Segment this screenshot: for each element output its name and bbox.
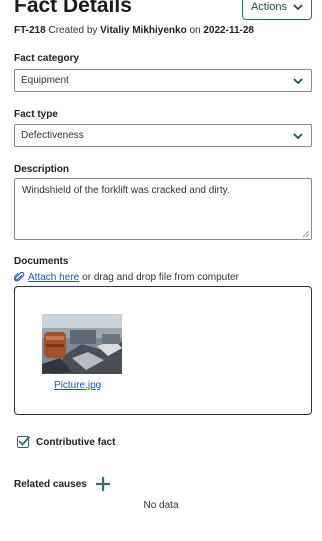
document-thumbnail[interactable] — [42, 314, 122, 374]
actions-button[interactable]: Actions — [242, 0, 312, 20]
chevron-down-icon — [293, 133, 303, 140]
fact-category-select[interactable]: Equipment — [14, 69, 312, 92]
page-title: Fact Details — [14, 0, 132, 17]
fact-meta: FT-218 Created by Vitaliy Mikhiyenko on … — [14, 25, 254, 36]
fact-id: FT-218 — [14, 25, 46, 36]
attach-row: Attach here or drag and drop file from c… — [14, 272, 239, 283]
related-causes-label: Related causes — [14, 478, 87, 490]
fact-type-value: Defectiveness — [21, 130, 84, 141]
resize-handle-icon[interactable] — [303, 231, 309, 237]
paperclip-icon — [14, 272, 25, 282]
fact-type-label: Fact type — [14, 109, 58, 120]
description-label: Description — [14, 164, 70, 175]
image-thumbnail-icon — [42, 314, 122, 374]
page-header: Fact Details Actions — [14, 0, 312, 26]
actions-button-label: Actions — [250, 1, 288, 13]
document-dropzone[interactable]: Picture.jpg — [14, 286, 312, 415]
document-file-link[interactable]: Picture.jpg — [54, 380, 101, 391]
fact-type-select[interactable]: Defectiveness — [14, 124, 312, 147]
on-label: on — [189, 25, 201, 36]
contributive-fact-checkbox[interactable] — [17, 435, 31, 448]
checkmark-icon — [18, 435, 31, 446]
related-causes-row: Related causes — [14, 476, 111, 492]
description-value: Windshield of the forklift was cracked a… — [22, 185, 230, 196]
contributive-fact-row[interactable]: Contributive fact — [17, 435, 116, 448]
fact-category-label: Fact category — [14, 53, 80, 64]
created-date: 2022-11-28 — [203, 25, 254, 36]
chevron-down-icon — [293, 78, 303, 85]
attach-hint: or drag and drop file from computer — [82, 272, 239, 283]
created-by-label: Created by — [48, 25, 98, 36]
chevron-down-icon — [293, 3, 303, 10]
author-name: Vitaliy Mikhiyenko — [100, 25, 187, 36]
contributive-fact-label: Contributive fact — [36, 436, 116, 448]
no-data-text: No data — [143, 500, 179, 511]
add-cause-button[interactable] — [95, 476, 111, 492]
documents-label: Documents — [14, 256, 69, 267]
description-textarea[interactable]: Windshield of the forklift was cracked a… — [14, 178, 312, 240]
attach-here-link[interactable]: Attach here — [28, 272, 79, 283]
fact-category-value: Equipment — [21, 75, 69, 86]
